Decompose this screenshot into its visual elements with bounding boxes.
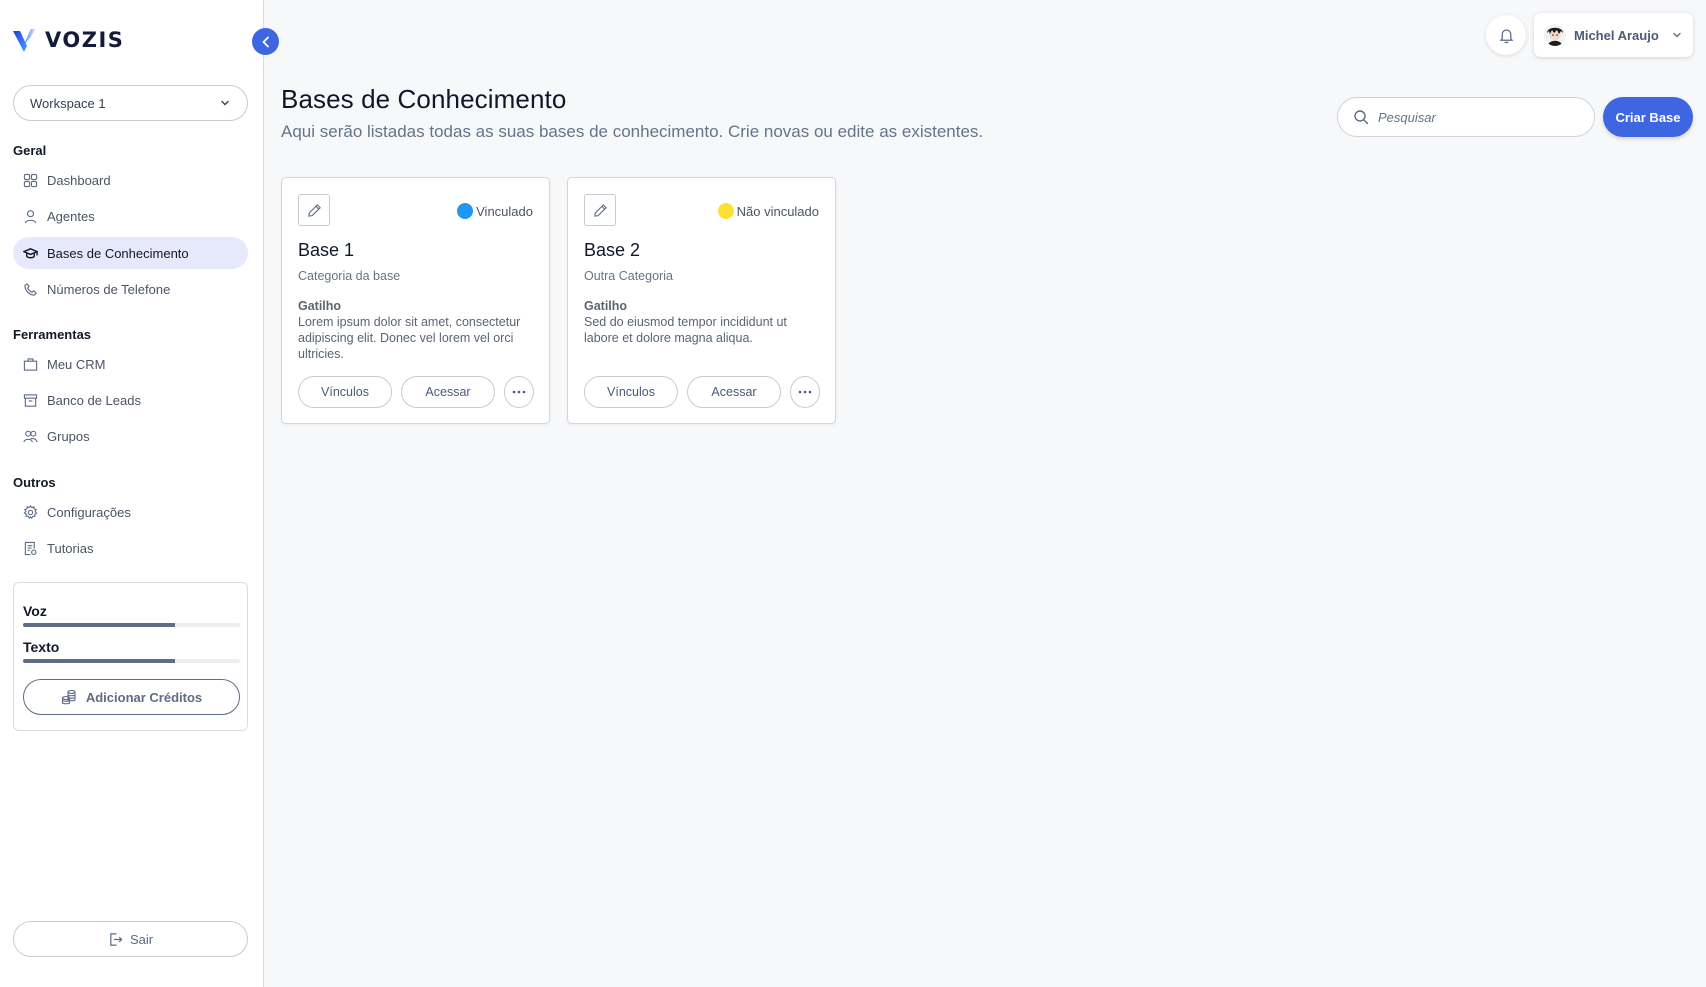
coins-icon bbox=[61, 689, 76, 705]
knowledge-base-card: Vinculado Base 1 Categoria da base Gatil… bbox=[281, 177, 550, 424]
graduation-cap-icon bbox=[22, 245, 38, 261]
sidebar-item-label: Dashboard bbox=[47, 172, 111, 188]
credit-progress-fill bbox=[23, 659, 175, 663]
logo: VOZIS bbox=[13, 28, 124, 52]
user-menu[interactable]: Michel Araujo bbox=[1534, 13, 1693, 57]
page-subtitle: Aqui serão listadas todas as suas bases … bbox=[281, 122, 984, 141]
logout-label: Sair bbox=[129, 931, 154, 947]
section-title-geral: Geral bbox=[13, 143, 47, 158]
search-field[interactable] bbox=[1337, 97, 1595, 137]
add-credits-button[interactable]: Adicionar Créditos bbox=[23, 679, 240, 715]
card-title: Base 2 bbox=[584, 240, 641, 260]
trigger-text: Lorem ipsum dolor sit amet, consectetur … bbox=[298, 315, 521, 361]
sidebar-item-grupos[interactable]: Grupos bbox=[13, 420, 248, 452]
status-dot bbox=[457, 203, 474, 219]
card-category: Categoria da base bbox=[298, 269, 401, 283]
status-label: Vinculado bbox=[476, 203, 533, 219]
archive-icon bbox=[22, 392, 38, 408]
sidebar-item-label: Agentes bbox=[47, 208, 95, 224]
sidebar-item-agentes[interactable]: Agentes bbox=[13, 200, 248, 232]
logout-button[interactable]: Sair bbox=[13, 921, 248, 957]
status-badge: Não vinculado bbox=[717, 203, 819, 219]
sidebar-item-configuracoes[interactable]: Configurações bbox=[13, 496, 248, 528]
phone-icon bbox=[22, 281, 38, 297]
card-actions: Vínculos Acessar bbox=[298, 376, 534, 408]
sidebar-item-dashboard[interactable]: Dashboard bbox=[13, 164, 248, 196]
bell-icon bbox=[1499, 28, 1513, 43]
trigger-label: Gatilho bbox=[298, 299, 342, 313]
more-options-button[interactable] bbox=[790, 376, 820, 408]
grid-icon bbox=[22, 172, 38, 188]
edit-button[interactable] bbox=[298, 194, 330, 226]
access-button[interactable]: Acessar bbox=[401, 376, 495, 408]
card-title: Base 1 bbox=[298, 240, 355, 260]
links-button[interactable]: Vínculos bbox=[584, 376, 678, 408]
sidebar-item-tutorias[interactable]: Tutorias bbox=[13, 532, 248, 564]
credits-panel: Voz Texto Adicionar Créditos bbox=[13, 582, 248, 731]
user-icon bbox=[22, 208, 38, 224]
knowledge-base-card: Não vinculado Base 2 Outra Categoria Gat… bbox=[567, 177, 836, 424]
trigger-text: Sed do eiusmod tempor incididunt ut labo… bbox=[584, 315, 787, 345]
credit-progress-fill bbox=[23, 623, 175, 627]
credit-progress-texto bbox=[23, 659, 240, 663]
sidebar-item-label: Meu CRM bbox=[47, 356, 106, 372]
sidebar-item-label: Configurações bbox=[47, 504, 131, 520]
credit-label-voz: Voz bbox=[23, 603, 47, 619]
add-credits-label: Adicionar Créditos bbox=[85, 689, 203, 705]
sidebar-item-label: Números de Telefone bbox=[47, 281, 171, 297]
status-badge: Vinculado bbox=[457, 203, 533, 219]
brand-name: VOZIS bbox=[45, 28, 125, 52]
credit-progress-voz bbox=[23, 623, 240, 627]
status-label: Não vinculado bbox=[736, 203, 819, 219]
status-dot bbox=[717, 203, 734, 219]
chevron-down-icon bbox=[221, 100, 229, 106]
more-horizontal-icon bbox=[512, 390, 526, 394]
more-options-button[interactable] bbox=[504, 376, 534, 408]
workspace-select[interactable]: Workspace 1 bbox=[13, 85, 248, 121]
workspace-select-value: Workspace 1 bbox=[30, 95, 106, 111]
sidebar-item-banco-de-leads[interactable]: Banco de Leads bbox=[13, 384, 248, 416]
user-name: Michel Araujo bbox=[1574, 27, 1659, 43]
create-base-button[interactable]: Criar Base bbox=[1603, 97, 1693, 137]
sidebar-item-bases-de-conhecimento[interactable]: Bases de Conhecimento bbox=[13, 237, 248, 269]
avatar bbox=[1544, 24, 1566, 46]
briefcase-icon bbox=[22, 356, 38, 372]
card-category: Outra Categoria bbox=[584, 269, 673, 283]
page-title: Bases de Conhecimento bbox=[281, 84, 567, 114]
notifications-button[interactable] bbox=[1486, 15, 1526, 55]
chevron-down-icon bbox=[1673, 32, 1681, 38]
collapse-sidebar-button[interactable] bbox=[252, 28, 279, 55]
gear-icon bbox=[22, 504, 38, 520]
credit-label-texto: Texto bbox=[23, 639, 60, 655]
section-title-outros: Outros bbox=[13, 475, 56, 490]
pencil-icon bbox=[307, 203, 321, 217]
search-icon bbox=[1354, 110, 1369, 125]
card-actions: Vínculos Acessar bbox=[584, 376, 820, 408]
logo-mark-icon bbox=[13, 29, 35, 52]
access-button[interactable]: Acessar bbox=[687, 376, 781, 408]
sidebar-item-numeros-de-telefone[interactable]: Números de Telefone bbox=[13, 273, 248, 305]
logout-icon bbox=[110, 932, 123, 946]
pencil-icon bbox=[593, 203, 607, 217]
section-title-ferramentas: Ferramentas bbox=[13, 327, 92, 342]
sidebar-item-label: Grupos bbox=[47, 428, 90, 444]
links-button[interactable]: Vínculos bbox=[298, 376, 392, 408]
sidebar-item-label: Banco de Leads bbox=[47, 392, 141, 408]
users-icon bbox=[22, 428, 38, 444]
more-horizontal-icon bbox=[798, 390, 812, 394]
edit-button[interactable] bbox=[584, 194, 616, 226]
sidebar-item-label: Bases de Conhecimento bbox=[47, 245, 189, 261]
sidebar: VOZIS Workspace 1 Geral Dashboard Agente… bbox=[0, 0, 264, 987]
document-icon bbox=[22, 540, 38, 556]
chevron-left-icon bbox=[262, 36, 269, 47]
sidebar-item-meu-crm[interactable]: Meu CRM bbox=[13, 348, 248, 380]
sidebar-item-label: Tutorias bbox=[47, 540, 94, 556]
search-input[interactable] bbox=[1378, 109, 1568, 125]
trigger-label: Gatilho bbox=[584, 299, 628, 313]
